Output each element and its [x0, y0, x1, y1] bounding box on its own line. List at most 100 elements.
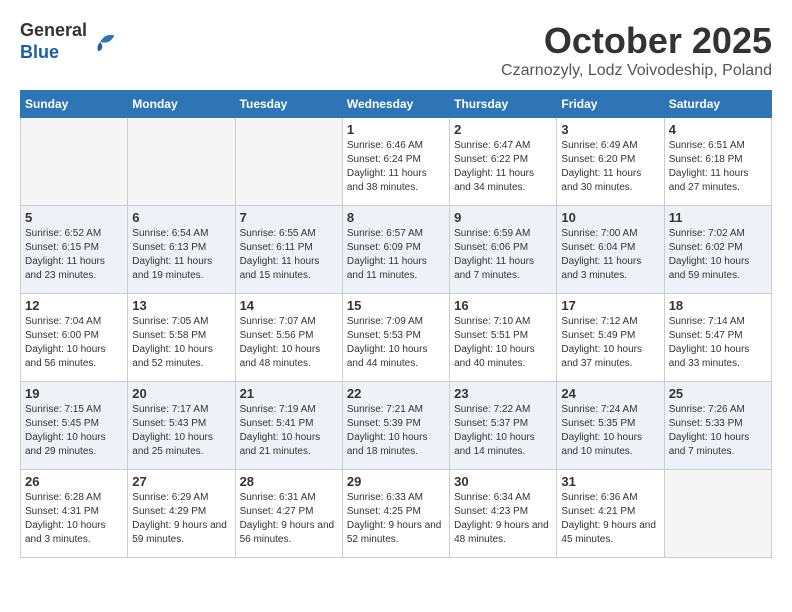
- table-row: 14Sunrise: 7:07 AM Sunset: 5:56 PM Dayli…: [235, 294, 342, 382]
- table-row: 10 Sunrise: 7:00 AM Sunset: 6:04 PM Dayli…: [557, 206, 664, 294]
- day-number: 27: [132, 474, 230, 489]
- day-number: 31: [561, 474, 659, 489]
- day-number: 29: [347, 474, 445, 489]
- day-number: 15: [347, 298, 445, 313]
- table-row: 31Sunrise: 6:36 AM Sunset: 4:21 PM Dayli…: [557, 470, 664, 558]
- weekday-row: Sunday Monday Tuesday Wednesday Thursday…: [21, 91, 772, 118]
- table-row: 11Sunrise: 7:02 AM Sunset: 6:02 PM Dayli…: [664, 206, 771, 294]
- day-number: 30: [454, 474, 552, 489]
- day-info: Sunrise: 6:59 AM Sunset: 6:06 PM Dayligh…: [454, 227, 552, 283]
- calendar-header: Sunday Monday Tuesday Wednesday Thursday…: [21, 91, 772, 118]
- logo-text: General Blue: [20, 20, 87, 63]
- day-info: Sunrise: 6:31 AM Sunset: 4:27 PM Dayligh…: [240, 491, 338, 547]
- day-info: Sunrise: 6:47 AM Sunset: 6:22 PM Dayligh…: [454, 139, 552, 195]
- calendar-week-row: 26 Sunrise: 6:28 AM Sunset: 4:31 PM Dayli…: [21, 470, 772, 558]
- location-title: Czarnozyly, Lodz Voivodeship, Poland: [501, 62, 772, 80]
- table-row: 30 Sunrise: 6:34 AM Sunset: 4:23 PM Dayli…: [450, 470, 557, 558]
- table-row: 26 Sunrise: 6:28 AM Sunset: 4:31 PM Dayli…: [21, 470, 128, 558]
- day-number: 13: [132, 298, 230, 313]
- logo-general: General: [20, 20, 87, 42]
- day-info: Sunrise: 6:49 AM Sunset: 6:20 PM Dayligh…: [561, 139, 659, 195]
- day-number: 6: [132, 210, 230, 225]
- day-info: Sunrise: 7:10 AM Sunset: 5:51 PM Dayligh…: [454, 315, 552, 371]
- day-info: Sunrise: 6:51 AM Sunset: 6:18 PM Dayligh…: [669, 139, 767, 195]
- day-number: 8: [347, 210, 445, 225]
- day-number: 23: [454, 386, 552, 401]
- day-info: Sunrise: 7:00 AM Sunset: 6:04 PM Dayligh…: [561, 227, 659, 283]
- day-info: Sunrise: 6:33 AM Sunset: 4:25 PM Dayligh…: [347, 491, 445, 547]
- day-number: 1: [347, 122, 445, 137]
- day-number: 3: [561, 122, 659, 137]
- day-info: Sunrise: 7:09 AM Sunset: 5:53 PM Dayligh…: [347, 315, 445, 371]
- day-number: 21: [240, 386, 338, 401]
- calendar-week-row: 19Sunrise: 7:15 AM Sunset: 5:45 PM Dayli…: [21, 382, 772, 470]
- page-header: General Blue October 2025 Czarnozyly, Lo…: [20, 20, 772, 80]
- header-sunday: Sunday: [21, 91, 128, 118]
- day-info: Sunrise: 7:19 AM Sunset: 5:41 PM Dayligh…: [240, 403, 338, 459]
- header-thursday: Thursday: [450, 91, 557, 118]
- day-number: 26: [25, 474, 123, 489]
- logo-blue: Blue: [20, 42, 87, 64]
- logo: General Blue: [20, 20, 119, 63]
- day-info: Sunrise: 6:28 AM Sunset: 4:31 PM Dayligh…: [25, 491, 123, 547]
- table-row: [664, 470, 771, 558]
- day-number: 10: [561, 210, 659, 225]
- day-info: Sunrise: 7:12 AM Sunset: 5:49 PM Dayligh…: [561, 315, 659, 371]
- header-wednesday: Wednesday: [342, 91, 449, 118]
- day-info: Sunrise: 7:17 AM Sunset: 5:43 PM Dayligh…: [132, 403, 230, 459]
- day-number: 17: [561, 298, 659, 313]
- table-row: 2 Sunrise: 6:47 AM Sunset: 6:22 PM Daylig…: [450, 118, 557, 206]
- table-row: 15 Sunrise: 7:09 AM Sunset: 5:53 PM Dayli…: [342, 294, 449, 382]
- table-row: 7Sunrise: 6:55 AM Sunset: 6:11 PM Daylig…: [235, 206, 342, 294]
- day-info: Sunrise: 6:46 AM Sunset: 6:24 PM Dayligh…: [347, 139, 445, 195]
- table-row: [128, 118, 235, 206]
- table-row: 21 Sunrise: 7:19 AM Sunset: 5:41 PM Dayli…: [235, 382, 342, 470]
- table-row: 23 Sunrise: 7:22 AM Sunset: 5:37 PM Dayli…: [450, 382, 557, 470]
- day-number: 9: [454, 210, 552, 225]
- table-row: 25Sunrise: 7:26 AM Sunset: 5:33 PM Dayli…: [664, 382, 771, 470]
- header-saturday: Saturday: [664, 91, 771, 118]
- header-friday: Friday: [557, 91, 664, 118]
- day-number: 2: [454, 122, 552, 137]
- day-number: 5: [25, 210, 123, 225]
- table-row: 18 Sunrise: 7:14 AM Sunset: 5:47 PM Dayli…: [664, 294, 771, 382]
- calendar-body: 1 Sunrise: 6:46 AM Sunset: 6:24 PM Daylig…: [21, 118, 772, 558]
- day-info: Sunrise: 7:22 AM Sunset: 5:37 PM Dayligh…: [454, 403, 552, 459]
- day-number: 24: [561, 386, 659, 401]
- calendar-week-row: 5 Sunrise: 6:52 AM Sunset: 6:15 PM Daylig…: [21, 206, 772, 294]
- table-row: 9 Sunrise: 6:59 AM Sunset: 6:06 PM Daylig…: [450, 206, 557, 294]
- header-tuesday: Tuesday: [235, 91, 342, 118]
- day-number: 22: [347, 386, 445, 401]
- table-row: 27 Sunrise: 6:29 AM Sunset: 4:29 PM Dayli…: [128, 470, 235, 558]
- day-number: 4: [669, 122, 767, 137]
- table-row: 29 Sunrise: 6:33 AM Sunset: 4:25 PM Dayli…: [342, 470, 449, 558]
- day-info: Sunrise: 6:34 AM Sunset: 4:23 PM Dayligh…: [454, 491, 552, 547]
- table-row: 20 Sunrise: 7:17 AM Sunset: 5:43 PM Dayli…: [128, 382, 235, 470]
- day-number: 12: [25, 298, 123, 313]
- day-number: 18: [669, 298, 767, 313]
- calendar-week-row: 1 Sunrise: 6:46 AM Sunset: 6:24 PM Daylig…: [21, 118, 772, 206]
- day-number: 25: [669, 386, 767, 401]
- day-info: Sunrise: 6:29 AM Sunset: 4:29 PM Dayligh…: [132, 491, 230, 547]
- table-row: 6 Sunrise: 6:54 AM Sunset: 6:13 PM Daylig…: [128, 206, 235, 294]
- table-row: 24 Sunrise: 7:24 AM Sunset: 5:35 PM Dayli…: [557, 382, 664, 470]
- day-number: 11: [669, 210, 767, 225]
- calendar-table: Sunday Monday Tuesday Wednesday Thursday…: [20, 90, 772, 558]
- day-info: Sunrise: 7:05 AM Sunset: 5:58 PM Dayligh…: [132, 315, 230, 371]
- header-monday: Monday: [128, 91, 235, 118]
- table-row: 5 Sunrise: 6:52 AM Sunset: 6:15 PM Daylig…: [21, 206, 128, 294]
- day-number: 20: [132, 386, 230, 401]
- day-number: 14: [240, 298, 338, 313]
- day-info: Sunrise: 6:54 AM Sunset: 6:13 PM Dayligh…: [132, 227, 230, 283]
- table-row: 3 Sunrise: 6:49 AM Sunset: 6:20 PM Daylig…: [557, 118, 664, 206]
- table-row: 17 Sunrise: 7:12 AM Sunset: 5:49 PM Dayli…: [557, 294, 664, 382]
- day-info: Sunrise: 7:14 AM Sunset: 5:47 PM Dayligh…: [669, 315, 767, 371]
- table-row: [21, 118, 128, 206]
- table-row: 19Sunrise: 7:15 AM Sunset: 5:45 PM Dayli…: [21, 382, 128, 470]
- day-info: Sunrise: 7:24 AM Sunset: 5:35 PM Dayligh…: [561, 403, 659, 459]
- day-info: Sunrise: 7:04 AM Sunset: 6:00 PM Dayligh…: [25, 315, 123, 371]
- table-row: 22Sunrise: 7:21 AM Sunset: 5:39 PM Dayli…: [342, 382, 449, 470]
- day-info: Sunrise: 6:52 AM Sunset: 6:15 PM Dayligh…: [25, 227, 123, 283]
- month-title: October 2025: [501, 20, 772, 62]
- logo-icon: [91, 28, 119, 56]
